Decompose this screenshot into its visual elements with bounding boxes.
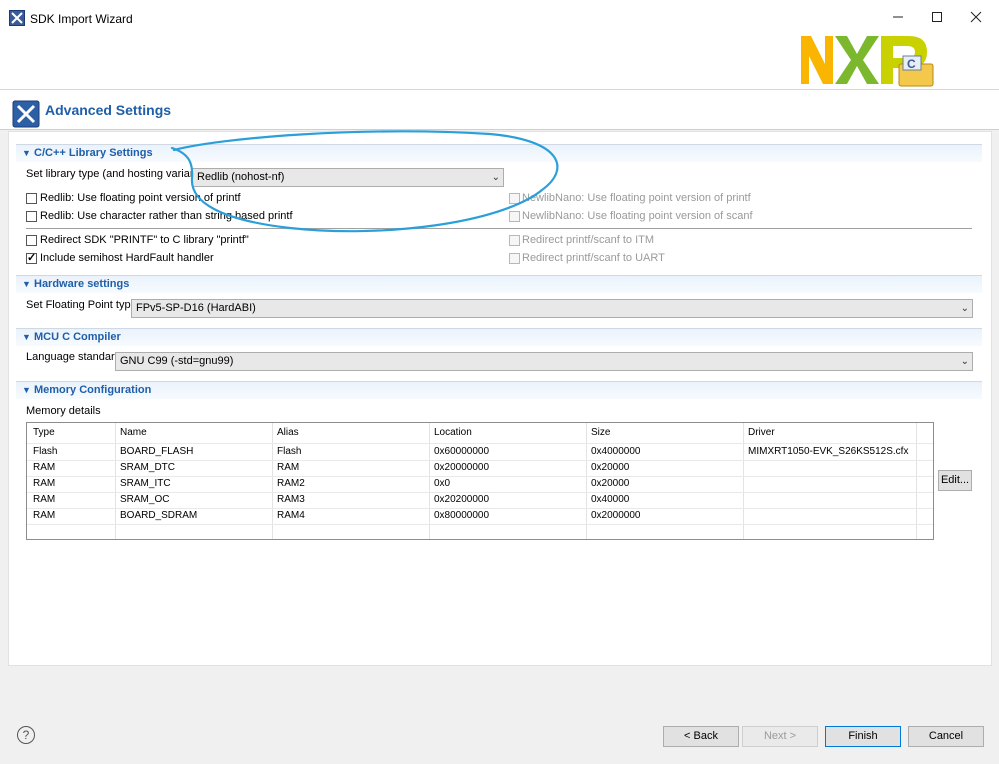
table-cell[interactable]: 0x20000 [591,460,629,476]
table-cell[interactable]: RAM2 [277,476,305,492]
table-cell[interactable]: 0x0 [434,476,450,492]
section-title: Hardware settings [34,278,130,290]
checkbox-semihost-hardfault[interactable]: ✓ [26,252,37,264]
table-cell[interactable]: RAM [33,476,55,492]
table-cell[interactable]: BOARD_FLASH [120,444,193,460]
checkbox-label: Redirect printf/scanf to UART [522,252,665,264]
edit-memory-button[interactable]: Edit... [938,470,972,491]
maximize-button[interactable] [925,8,949,28]
annotation-circle [170,130,559,233]
checkbox-redirect-uart[interactable] [509,253,520,264]
table-cell[interactable]: 0x40000 [591,492,629,508]
finish-button[interactable]: Finish [825,726,901,747]
table-cell[interactable]: SRAM_DTC [120,460,175,476]
table-cell[interactable]: 0x2000000 [591,508,641,524]
checkbox-redlib-fp-printf[interactable] [26,193,37,204]
close-button[interactable] [964,8,988,28]
column-header[interactable]: Name [120,424,147,442]
column-header[interactable]: Driver [748,424,775,442]
table-cell[interactable]: MIMXRT1050-EVK_S26KS512S.cfx [748,444,908,460]
fp-type-select[interactable]: FPv5-SP-D16 (HardABI) ⌄ [131,299,973,318]
column-divider [115,423,116,539]
checkbox-redirect-sdk-printf[interactable] [26,235,37,246]
fp-type-value: FPv5-SP-D16 (HardABI) [136,302,256,314]
column-header[interactable]: Type [33,424,55,442]
column-divider [429,423,430,539]
column-divider [272,423,273,539]
page-title: Advanced Settings [45,102,172,118]
column-divider [743,423,744,539]
wizard-icon [12,100,40,128]
chevron-down-icon: ⌄ [960,303,969,314]
table-cell[interactable]: RAM4 [277,508,305,524]
table-cell[interactable]: 0x20000 [591,476,629,492]
collapse-triangle-icon: ▼ [22,148,31,158]
table-cell[interactable]: 0x60000000 [434,444,489,460]
section-title: Memory Configuration [34,384,152,396]
help-icon[interactable]: ? [17,726,35,744]
app-icon [9,10,25,26]
language-standard-select[interactable]: GNU C99 (-std=gnu99) ⌄ [115,352,973,371]
nxp-logo: C [799,30,934,88]
back-button[interactable]: < Back [663,726,739,747]
section-title: MCU C Compiler [34,331,121,343]
table-cell[interactable]: RAM [277,460,299,476]
table-cell[interactable]: 0x20000000 [434,460,489,476]
memory-table[interactable]: Type Name Alias Location Size Driver Fla… [26,422,934,540]
language-standard-value: GNU C99 (-std=gnu99) [120,355,234,367]
collapse-triangle-icon: ▼ [22,279,31,289]
table-cell[interactable]: RAM [33,492,55,508]
language-standard-label: Language standard [26,351,121,363]
next-button[interactable]: Next > [742,726,818,747]
section-hardware-settings[interactable]: ▼ Hardware settings [16,275,982,293]
row-divider [27,524,933,525]
table-cell[interactable]: BOARD_SDRAM [120,508,197,524]
table-cell[interactable]: RAM [33,460,55,476]
column-divider [586,423,587,539]
minimize-button[interactable] [886,8,910,28]
column-header[interactable]: Alias [277,424,299,442]
column-header[interactable]: Location [434,424,472,442]
table-cell[interactable]: 0x20200000 [434,492,489,508]
table-cell[interactable]: Flash [277,444,301,460]
table-cell[interactable]: RAM [33,508,55,524]
chevron-down-icon: ⌄ [960,356,969,367]
column-divider [916,423,917,539]
section-title: C/C++ Library Settings [34,147,153,159]
section-mcu-c-compiler[interactable]: ▼ MCU C Compiler [16,328,982,346]
table-cell[interactable]: Flash [33,444,57,460]
table-cell[interactable]: 0x4000000 [591,444,641,460]
table-cell[interactable]: 0x80000000 [434,508,489,524]
checkbox-redlib-char-printf[interactable] [26,211,37,222]
svg-text:C: C [907,57,916,71]
checkbox-label: Include semihost HardFault handler [40,252,214,264]
checkmark-icon: ✓ [27,252,37,264]
column-header[interactable]: Size [591,424,610,442]
collapse-triangle-icon: ▼ [22,332,31,342]
section-memory-configuration[interactable]: ▼ Memory Configuration [16,381,982,399]
collapse-triangle-icon: ▼ [22,385,31,395]
window-title: SDK Import Wizard [30,12,133,26]
table-cell[interactable]: SRAM_ITC [120,476,171,492]
table-cell[interactable]: RAM3 [277,492,305,508]
table-cell[interactable]: SRAM_OC [120,492,169,508]
fp-type-label: Set Floating Point type [26,299,137,311]
memory-details-label: Memory details [26,405,101,417]
cancel-button[interactable]: Cancel [908,726,984,747]
